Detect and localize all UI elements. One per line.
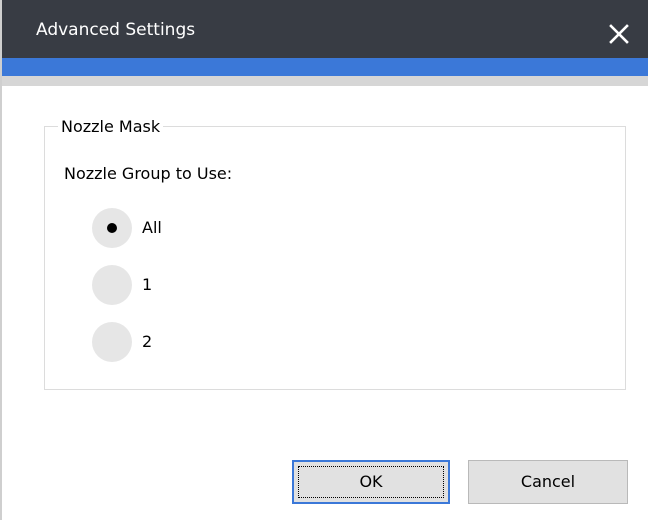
accent-divider — [2, 76, 648, 86]
ok-button-label: OK — [359, 472, 383, 491]
radio-label-all: All — [142, 218, 162, 237]
radio-button[interactable] — [92, 265, 132, 305]
advanced-settings-dialog: Advanced Settings Nozzle Mask Nozzle Gro… — [0, 0, 648, 520]
window-title: Advanced Settings — [36, 20, 196, 40]
close-button[interactable] — [598, 15, 638, 51]
title-bar: Advanced Settings — [2, 0, 648, 58]
cancel-button-label: Cancel — [520, 472, 576, 491]
radio-dot-icon — [107, 223, 117, 233]
radio-option-1[interactable]: 1 — [92, 265, 292, 305]
cancel-button[interactable]: Cancel — [468, 460, 628, 504]
radio-option-2[interactable]: 2 — [92, 322, 292, 362]
radio-button-selected[interactable] — [92, 208, 132, 248]
radio-label-2: 2 — [142, 332, 153, 351]
radio-option-all[interactable]: All — [92, 208, 292, 248]
nozzle-group-label: Nozzle Group to Use: — [64, 164, 233, 183]
accent-bar — [2, 58, 648, 76]
ok-button[interactable]: OK — [292, 460, 450, 504]
close-icon — [609, 24, 629, 44]
radio-label-1: 1 — [142, 275, 153, 294]
radio-button[interactable] — [92, 322, 132, 362]
nozzle-mask-legend: Nozzle Mask — [58, 118, 164, 136]
